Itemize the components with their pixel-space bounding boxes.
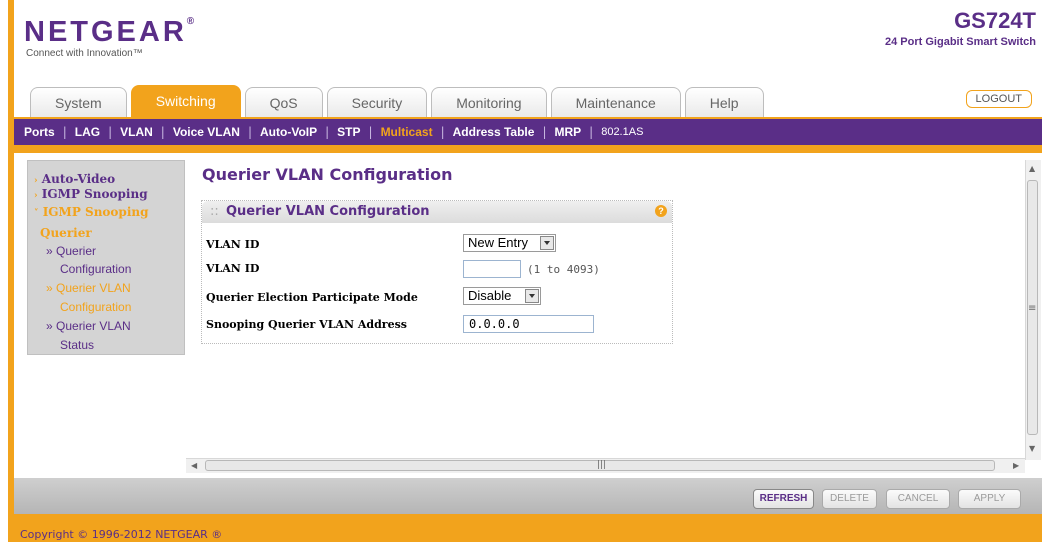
- orange-band: [14, 145, 1042, 153]
- model-name: GS724T: [954, 8, 1036, 33]
- sub-navigation: Ports | LAG | VLAN | Voice VLAN | Auto-VoIP |…: [14, 117, 1042, 145]
- sidebar-item-querier-configuration[interactable]: » Querier: [46, 244, 96, 259]
- election-mode-label: Querier Election Participate Mode: [206, 291, 418, 304]
- grip-icon: ≡: [1028, 303, 1037, 314]
- subnav-voice-vlan[interactable]: Voice VLAN: [173, 125, 240, 139]
- left-orange-border: [8, 0, 14, 542]
- subnav-address-table[interactable]: Address Table: [453, 125, 535, 139]
- vlan-id-range-hint: (1 to 4093): [527, 263, 600, 276]
- tab-qos[interactable]: QoS: [244, 87, 323, 118]
- subnav-auto-voip[interactable]: Auto-VoIP: [260, 125, 317, 139]
- cancel-button[interactable]: CANCEL: [886, 489, 950, 509]
- logout-button[interactable]: LOGOUT: [965, 90, 1032, 108]
- brand-mark: ®: [186, 16, 195, 27]
- tab-help[interactable]: Help: [684, 87, 764, 118]
- help-icon[interactable]: ?: [655, 205, 667, 217]
- grip-icon: |||: [597, 460, 607, 470]
- chevron-right-icon: ›: [34, 191, 38, 201]
- sidebar-item-igmp-snooping-querier[interactable]: ˅ IGMP Snooping: [34, 205, 149, 222]
- vlan-id-input[interactable]: [463, 260, 521, 278]
- netgear-logo: NETGEAR®: [24, 16, 194, 49]
- tab-system[interactable]: System: [30, 87, 127, 118]
- tagline: Connect with Innovation™: [26, 48, 143, 59]
- snooping-address-label: Snooping Querier VLAN Address: [206, 318, 407, 331]
- scroll-down-icon[interactable]: ▼: [1029, 444, 1035, 453]
- sidebar-item-querier-label[interactable]: Querier: [40, 226, 92, 241]
- subnav-lag[interactable]: LAG: [75, 125, 100, 139]
- chevron-right-icon: ›: [34, 176, 38, 186]
- delete-button[interactable]: DELETE: [822, 489, 877, 509]
- subnav-vlan[interactable]: VLAN: [120, 125, 153, 139]
- model-description: 24 Port Gigabit Smart Switch: [885, 36, 1036, 48]
- vlan-id-input-label: VLAN ID: [206, 262, 260, 275]
- panel-header: :: Querier VLAN Configuration ?: [202, 201, 672, 223]
- dropdown-arrow-icon: [525, 289, 539, 303]
- copyright-text: Copyright © 1996-2012 NETGEAR ®: [20, 528, 223, 541]
- subnav-mrp[interactable]: MRP: [554, 125, 581, 139]
- vlan-id-select-label: VLAN ID: [206, 238, 260, 251]
- sidebar-item-querier-configuration-2[interactable]: Configuration: [60, 262, 131, 277]
- brand-name: NETGEAR: [24, 16, 187, 48]
- refresh-button[interactable]: REFRESH: [753, 489, 814, 509]
- tab-switching[interactable]: Switching: [130, 85, 241, 118]
- page-title: Querier VLAN Configuration: [202, 165, 453, 184]
- scroll-up-icon[interactable]: ▲: [1029, 164, 1035, 173]
- tab-security[interactable]: Security: [326, 87, 428, 118]
- scroll-left-icon[interactable]: ◀: [191, 461, 197, 470]
- main-tabs: System Switching QoS Security Monitoring…: [30, 85, 764, 118]
- sidebar-item-querier-vlan-status[interactable]: » Querier VLAN: [46, 319, 131, 334]
- chevron-down-icon: ˅: [34, 209, 39, 219]
- sidebar-item-querier-vlan-configuration-2[interactable]: Configuration: [60, 300, 131, 315]
- election-mode-select[interactable]: Disable: [463, 287, 541, 305]
- tab-maintenance[interactable]: Maintenance: [550, 87, 681, 118]
- subnav-stp[interactable]: STP: [337, 125, 360, 139]
- dropdown-arrow-icon: [540, 236, 554, 250]
- sidebar-item-querier-vlan-configuration[interactable]: » Querier VLAN: [46, 281, 131, 296]
- vlan-id-select[interactable]: New Entry: [463, 234, 556, 252]
- scroll-right-icon[interactable]: ▶: [1013, 461, 1019, 470]
- subnav-802-1as[interactable]: 802.1AS: [601, 126, 643, 138]
- panel-title: Querier VLAN Configuration: [226, 204, 430, 219]
- sidebar-item-querier-vlan-status-2[interactable]: Status: [60, 338, 94, 353]
- subnav-multicast[interactable]: Multicast: [381, 125, 433, 139]
- apply-button[interactable]: APPLY: [958, 489, 1021, 509]
- sidebar-item-igmp-snooping[interactable]: › IGMP Snooping: [34, 187, 148, 204]
- snooping-address-input[interactable]: 0.0.0.0: [463, 315, 594, 333]
- tab-monitoring[interactable]: Monitoring: [431, 87, 547, 118]
- drag-handle-icon: ::: [210, 204, 219, 219]
- subnav-ports[interactable]: Ports: [24, 125, 55, 139]
